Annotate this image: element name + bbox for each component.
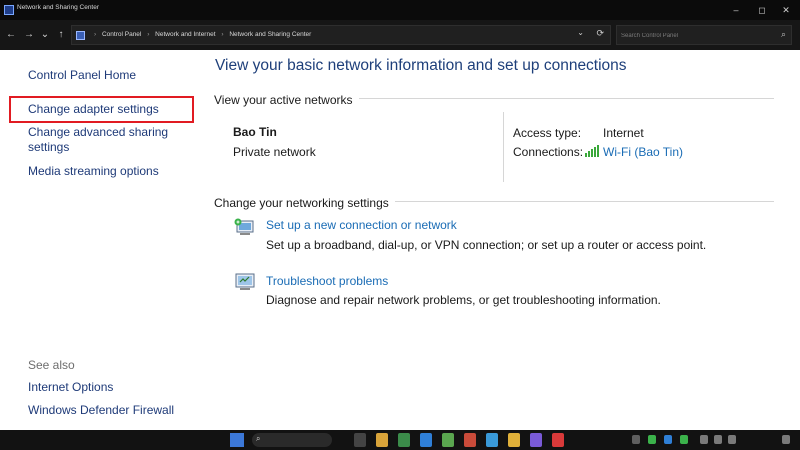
search-icon[interactable]: ⌕ (781, 29, 786, 40)
active-networks-section: View your active networks (214, 91, 774, 107)
address-bar: ← → ⌄ ↑ › Control Panel › Network and In… (0, 20, 800, 50)
sidebar-item-media-streaming-options[interactable]: Media streaming options (28, 164, 159, 179)
back-button[interactable]: ← (4, 27, 18, 43)
title-bar: Network and Sharing Center – ◻ ✕ (0, 0, 800, 20)
breadcrumb-separator: › (147, 31, 150, 38)
taskbar-app-icon[interactable] (420, 433, 432, 447)
breadcrumb-network-and-internet[interactable]: Network and Internet (155, 31, 215, 38)
change-settings-heading: Change your networking settings (214, 196, 395, 210)
sidebar-item-windows-defender-firewall[interactable]: Windows Defender Firewall (28, 403, 174, 418)
network-name: Bao Tin (233, 125, 277, 139)
breadcrumb-separator: › (221, 31, 224, 38)
tray-icon[interactable] (728, 435, 736, 444)
breadcrumb-separator: › (94, 31, 97, 38)
breadcrumb-network-and-sharing-center[interactable]: Network and Sharing Center (229, 31, 311, 38)
taskbar-app-icon[interactable] (464, 433, 476, 447)
active-networks-heading: View your active networks (214, 93, 359, 107)
sidebar-item-control-panel-home[interactable]: Control Panel Home (28, 68, 136, 83)
connections-label: Connections: (513, 145, 584, 159)
breadcrumb-control-panel[interactable]: Control Panel (102, 31, 141, 38)
tray-icon[interactable] (632, 435, 640, 444)
up-button[interactable]: ↑ (54, 27, 68, 43)
taskbar-app-icon[interactable] (530, 433, 542, 447)
refresh-icon[interactable]: ⟳ (596, 28, 604, 39)
search-icon: ⌕ (256, 434, 261, 443)
change-settings-section: Change your networking settings (214, 194, 774, 210)
network-center-icon (4, 5, 14, 15)
tray-icon[interactable] (714, 435, 722, 444)
taskbar-app-icon[interactable] (442, 433, 454, 447)
troubleshoot-icon (235, 273, 255, 290)
sidebar-item-change-adapter-settings[interactable]: Change adapter settings (28, 102, 159, 117)
recent-locations-button[interactable]: ⌄ (38, 27, 52, 43)
notifications-icon[interactable] (782, 435, 790, 444)
main-content: View your basic network information and … (200, 50, 800, 430)
see-also-heading: See also (28, 358, 75, 372)
search-input[interactable] (621, 30, 771, 41)
tray-icon[interactable] (700, 435, 708, 444)
taskbar-search[interactable]: ⌕ (252, 433, 332, 447)
troubleshoot-problems-description: Diagnose and repair network problems, or… (266, 293, 661, 307)
setup-new-connection-link[interactable]: Set up a new connection or network (266, 218, 457, 232)
vertical-divider (503, 112, 504, 182)
chevron-down-icon[interactable]: ⌄ (577, 28, 584, 37)
taskbar-app-icon[interactable] (508, 433, 520, 447)
page-title: View your basic network information and … (215, 57, 627, 74)
forward-button[interactable]: → (22, 27, 36, 43)
sidebar-item-internet-options[interactable]: Internet Options (28, 380, 113, 395)
tray-icon[interactable] (664, 435, 672, 444)
address-field[interactable]: › Control Panel › Network and Internet ›… (71, 25, 611, 45)
control-panel-icon (76, 31, 85, 40)
window-title: Network and Sharing Center (17, 4, 100, 11)
taskbar-app-icon[interactable] (552, 433, 564, 447)
taskbar-app-icon[interactable] (486, 433, 498, 447)
taskbar: ⌕ (0, 430, 800, 450)
network-category[interactable]: Private network (233, 145, 316, 159)
sidebar: Control Panel Home Change adapter settin… (0, 50, 200, 430)
access-type-label: Access type: (513, 126, 582, 140)
access-type-value: Internet (603, 126, 644, 140)
wifi-connection-link[interactable]: Wi-Fi (Bao Tin) (603, 145, 683, 159)
sidebar-item-change-advanced-sharing-settings[interactable]: Change advanced sharing settings (28, 125, 198, 155)
new-connection-icon (234, 218, 254, 235)
taskbar-app-icon[interactable] (398, 433, 410, 447)
tray-icon[interactable] (680, 435, 688, 444)
taskbar-app-icon[interactable] (376, 433, 388, 447)
setup-new-connection-description: Set up a broadband, dial-up, or VPN conn… (266, 238, 707, 252)
breadcrumb: › Control Panel › Network and Internet ›… (90, 31, 311, 38)
search-box[interactable]: ⌕ (616, 25, 792, 45)
start-button[interactable] (230, 433, 244, 447)
minimize-button[interactable]: – (722, 2, 750, 18)
troubleshoot-problems-link[interactable]: Troubleshoot problems (266, 274, 388, 288)
taskbar-app-icon[interactable] (354, 433, 366, 447)
tray-icon[interactable] (648, 435, 656, 444)
close-button[interactable]: ✕ (772, 2, 800, 18)
wifi-signal-icon (585, 145, 599, 157)
